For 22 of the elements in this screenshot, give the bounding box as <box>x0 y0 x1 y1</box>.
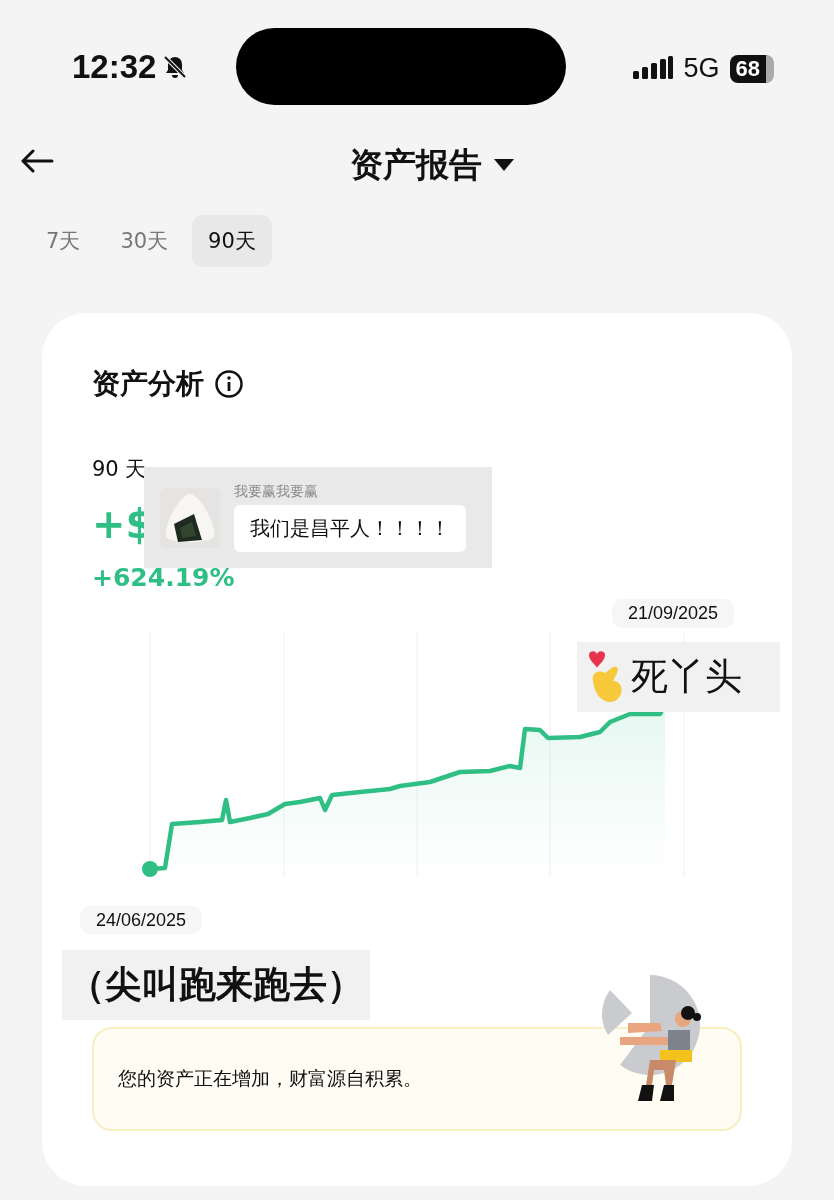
change-percent: +624.19% <box>92 563 236 592</box>
info-icon[interactable] <box>214 369 244 399</box>
network-label: 5G <box>683 53 720 84</box>
sender-name: 我要赢我要赢 <box>234 483 319 501</box>
date-tooltip: 24/06/2025 <box>80 906 203 934</box>
status-time: 12:32 <box>72 48 157 86</box>
period-tab[interactable]: 90天 <box>192 215 272 267</box>
change-label: 90 天 <box>92 456 148 483</box>
back-button[interactable] <box>20 149 54 173</box>
signal-icon <box>633 55 674 82</box>
caption-sticker: （尖叫跑来跑去） <box>62 950 370 1020</box>
card-title: 资产分析 <box>92 366 204 402</box>
battery-indicator: 68 <box>729 54 774 83</box>
bell-off-icon <box>162 54 189 80</box>
date-tooltip: 21/09/2025 <box>612 599 735 628</box>
chat-bubble: 我们是昌平人！！！！ <box>234 505 466 552</box>
period-tab[interactable]: 30天 <box>104 215 185 267</box>
caption-text: 死丫头 <box>631 654 742 700</box>
dropdown-caret-icon[interactable] <box>494 159 514 171</box>
page-title[interactable]: 资产报告 <box>350 142 482 188</box>
period-tab[interactable]: 7天 <box>30 215 97 267</box>
message-text: 您的资产正在增加，财富源自积累。 <box>118 1066 422 1091</box>
